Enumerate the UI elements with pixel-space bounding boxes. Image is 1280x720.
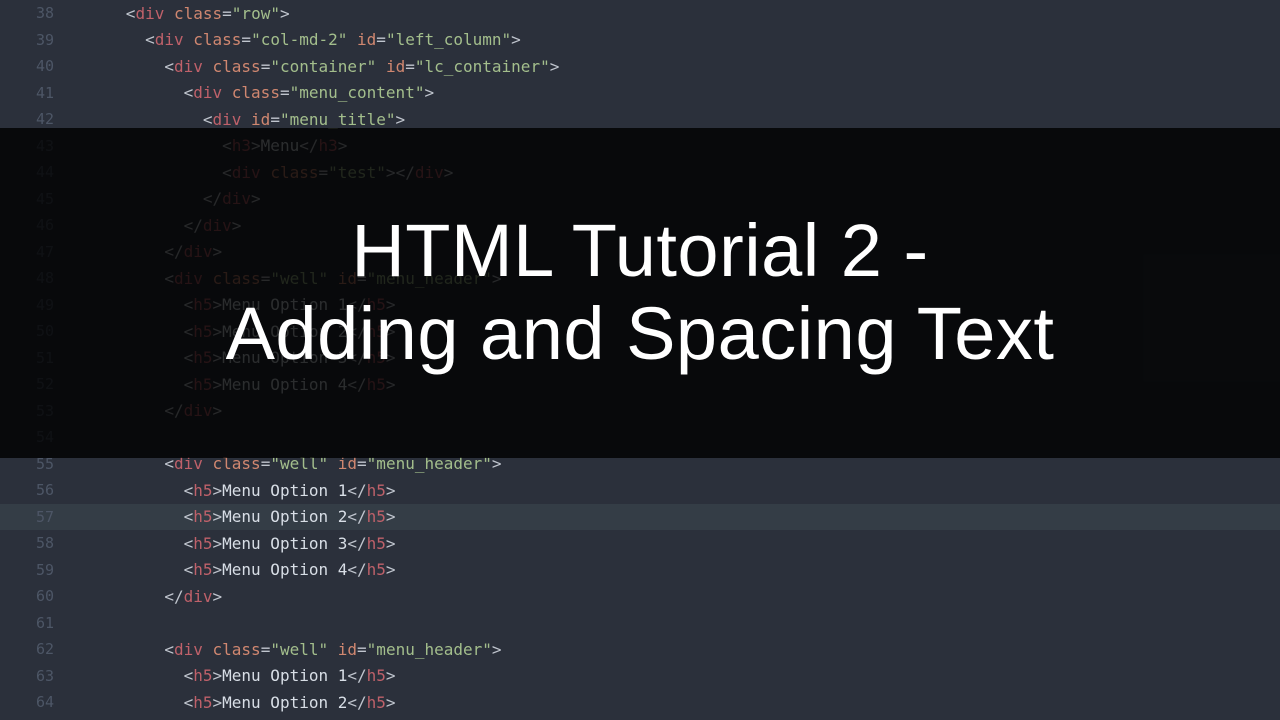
line-number: 60	[0, 587, 68, 605]
code-line[interactable]: 39 <div class="col-md-2" id="left_column…	[0, 27, 1280, 54]
line-number: 57	[0, 508, 68, 526]
line-number: 41	[0, 84, 68, 102]
code-content[interactable]: <div class="row">	[68, 4, 290, 23]
code-line[interactable]: 57 <h5>Menu Option 2</h5>	[0, 504, 1280, 531]
code-content[interactable]: <div class="well" id="menu_header">	[68, 640, 502, 659]
code-content[interactable]: <div class="menu_content">	[68, 83, 434, 102]
code-line[interactable]: 58 <h5>Menu Option 3</h5>	[0, 530, 1280, 557]
code-content[interactable]: <h5>Menu Option 1</h5>	[68, 666, 396, 685]
code-line[interactable]: 40 <div class="container" id="lc_contain…	[0, 53, 1280, 80]
video-title: HTML Tutorial 2 - Adding and Spacing Tex…	[226, 210, 1055, 376]
line-number: 59	[0, 561, 68, 579]
code-line[interactable]: 38 <div class="row">	[0, 0, 1280, 27]
code-content[interactable]: <h5>Menu Option 4</h5>	[68, 560, 396, 579]
code-content[interactable]: <h5>Menu Option 1</h5>	[68, 481, 396, 500]
line-number: 40	[0, 57, 68, 75]
title-line-2: Adding and Spacing Text	[226, 292, 1055, 375]
line-number: 56	[0, 481, 68, 499]
line-number: 62	[0, 640, 68, 658]
line-number: 61	[0, 614, 68, 632]
code-content[interactable]: <div id="menu_title">	[68, 110, 405, 129]
line-number: 64	[0, 693, 68, 711]
code-line[interactable]: 41 <div class="menu_content">	[0, 80, 1280, 107]
code-content[interactable]: <h5>Menu Option 3</h5>	[68, 534, 396, 553]
code-content[interactable]: <h5>Menu Option 2</h5>	[68, 507, 396, 526]
title-line-1: HTML Tutorial 2 -	[351, 209, 928, 292]
code-line[interactable]: 62 <div class="well" id="menu_header">	[0, 636, 1280, 663]
code-content[interactable]: <div class="col-md-2" id="left_column">	[68, 30, 521, 49]
title-overlay: HTML Tutorial 2 - Adding and Spacing Tex…	[0, 128, 1280, 458]
code-line[interactable]: 63 <h5>Menu Option 1</h5>	[0, 663, 1280, 690]
code-line[interactable]: 64 <h5>Menu Option 2</h5>	[0, 689, 1280, 716]
code-line[interactable]: 59 <h5>Menu Option 4</h5>	[0, 557, 1280, 584]
code-line[interactable]: 56 <h5>Menu Option 1</h5>	[0, 477, 1280, 504]
code-content[interactable]: </div>	[68, 587, 222, 606]
code-content[interactable]: <h5>Menu Option 2</h5>	[68, 693, 396, 712]
code-line[interactable]: 61	[0, 610, 1280, 637]
line-number: 42	[0, 110, 68, 128]
code-line[interactable]: 60 </div>	[0, 583, 1280, 610]
line-number: 38	[0, 4, 68, 22]
line-number: 39	[0, 31, 68, 49]
code-content[interactable]: <div class="container" id="lc_container"…	[68, 57, 559, 76]
line-number: 63	[0, 667, 68, 685]
line-number: 58	[0, 534, 68, 552]
